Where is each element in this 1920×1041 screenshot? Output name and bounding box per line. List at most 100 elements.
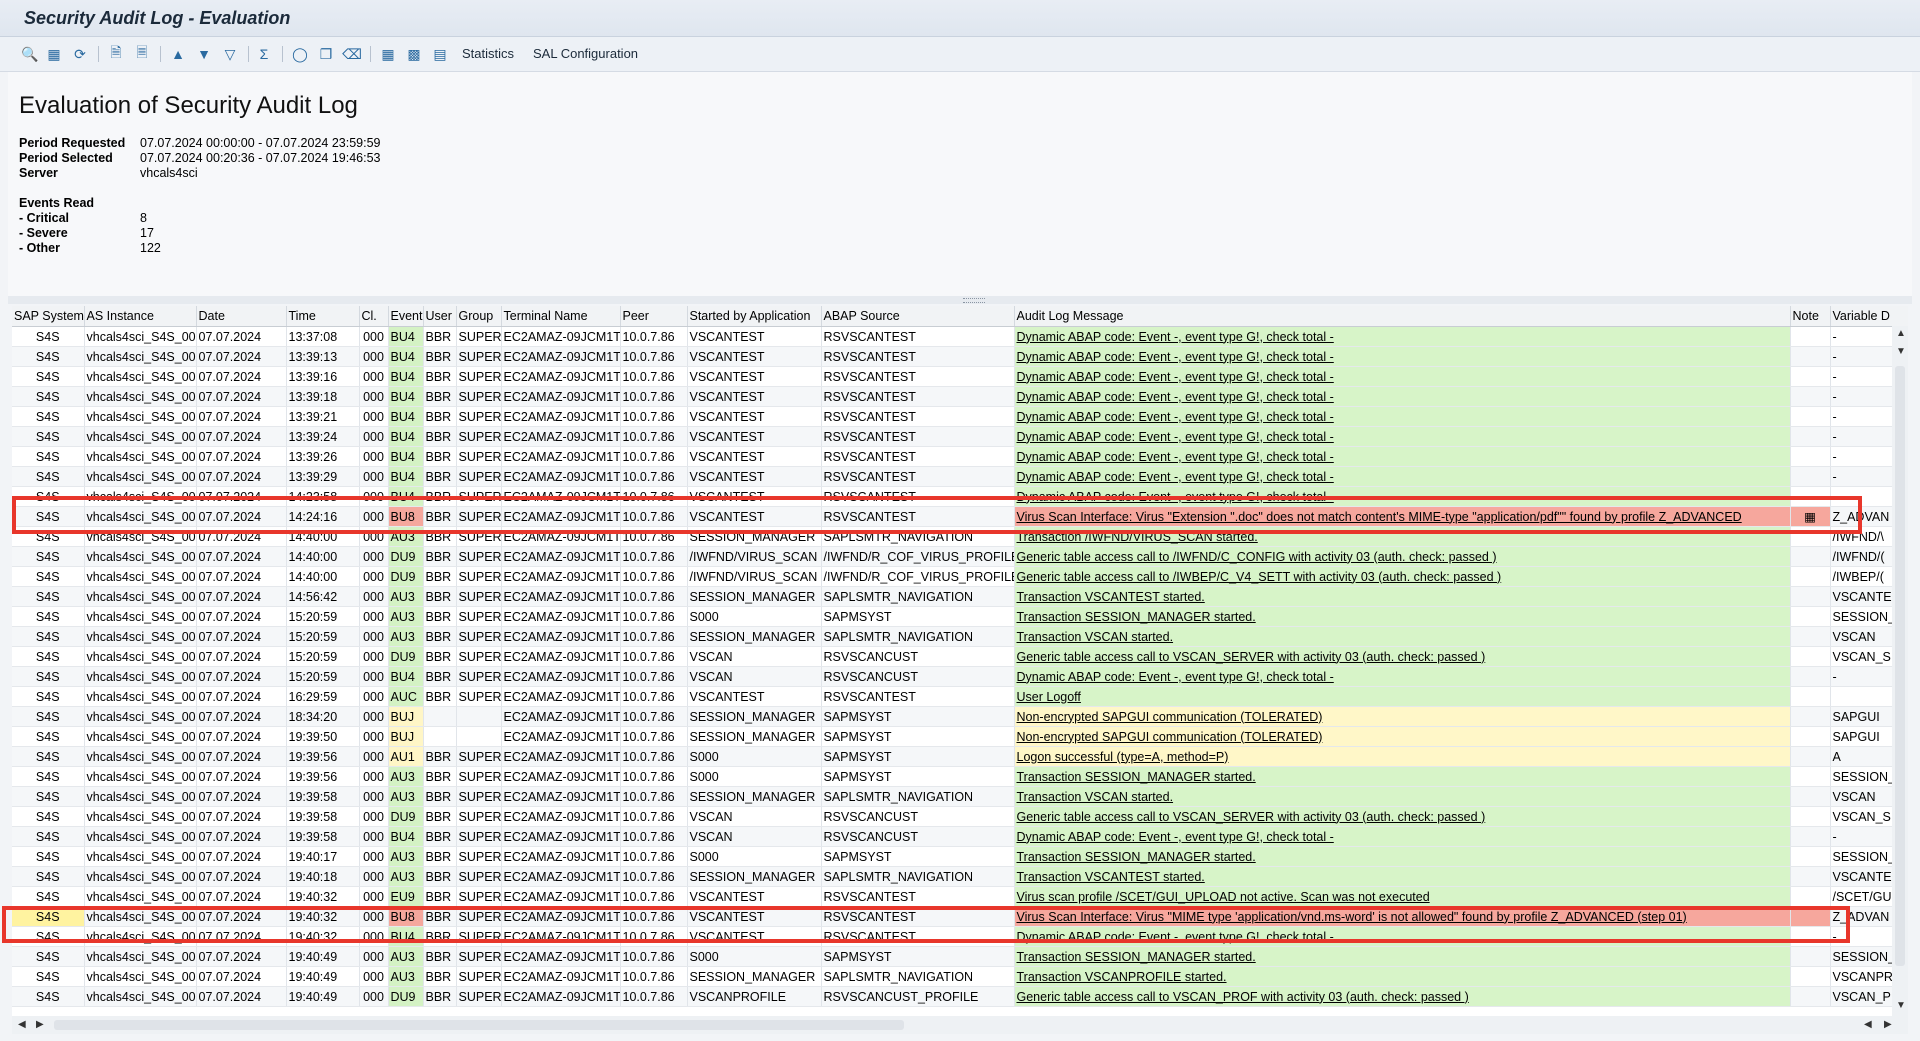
message-cell[interactable]: Dynamic ABAP code: Event -, event type G… bbox=[1014, 406, 1791, 427]
message-cell[interactable]: Virus Scan Interface: Virus "Extension "… bbox=[1014, 506, 1791, 527]
message-cell[interactable]: Transaction VSCANPROFILE started. bbox=[1014, 966, 1791, 987]
message-cell[interactable]: Dynamic ABAP code: Event -, event type G… bbox=[1014, 366, 1791, 387]
table-row[interactable]: S4S vhcals4sci_S4S_00 07.07.2024 13:37:08 00… bbox=[12, 326, 1908, 347]
message-cell[interactable]: User Logoff bbox=[1014, 686, 1791, 707]
note-cell[interactable] bbox=[1790, 366, 1831, 387]
message-cell[interactable]: Transaction SESSION_MANAGER started. bbox=[1014, 606, 1791, 627]
col-terminal-header[interactable]: Terminal Name bbox=[501, 306, 621, 327]
message-cell[interactable]: Dynamic ABAP code: Event -, event type G… bbox=[1014, 326, 1791, 347]
sal-configuration-button[interactable]: SAL Configuration bbox=[533, 46, 638, 61]
note-cell[interactable] bbox=[1790, 926, 1831, 947]
table-row[interactable]: S4S vhcals4sci_S4S_00 07.07.2024 19:40:18 00… bbox=[12, 866, 1908, 887]
table-row[interactable]: S4S vhcals4sci_S4S_00 07.07.2024 15:20:59 00… bbox=[12, 646, 1908, 667]
message-cell[interactable]: Generic table access call to VSCAN_SERVE… bbox=[1014, 806, 1791, 827]
scroll-up-icon[interactable]: ▲ bbox=[1896, 328, 1906, 339]
note-cell[interactable] bbox=[1790, 626, 1831, 647]
note-cell[interactable] bbox=[1790, 386, 1831, 407]
note-cell[interactable] bbox=[1790, 806, 1831, 827]
refresh-icon[interactable]: ⟳ bbox=[70, 44, 90, 64]
note-cell[interactable] bbox=[1790, 946, 1831, 967]
note-cell[interactable] bbox=[1790, 906, 1831, 927]
details-icon[interactable]: ◯ bbox=[290, 44, 310, 64]
table-row[interactable]: S4S vhcals4sci_S4S_00 07.07.2024 14:23:58 00… bbox=[12, 486, 1908, 507]
note-cell[interactable] bbox=[1790, 786, 1831, 807]
sum-icon[interactable]: Σ bbox=[254, 44, 274, 64]
vertical-scrollbar[interactable]: ▲ ▼ ▼ bbox=[1892, 326, 1908, 1016]
delete-filter-icon[interactable]: ⌫ bbox=[342, 44, 362, 64]
table-row[interactable]: S4S vhcals4sci_S4S_00 07.07.2024 13:39:16 00… bbox=[12, 366, 1908, 387]
table-row[interactable]: S4S vhcals4sci_S4S_00 07.07.2024 13:39:26 00… bbox=[12, 446, 1908, 467]
vertical-scroll-thumb[interactable] bbox=[1895, 366, 1905, 966]
scroll-down-icon[interactable]: ▼ bbox=[1896, 346, 1906, 357]
message-cell[interactable]: Virus Scan Interface: Virus "MIME type '… bbox=[1014, 906, 1791, 927]
note-cell[interactable] bbox=[1790, 746, 1831, 767]
table-row[interactable]: S4S vhcals4sci_S4S_00 07.07.2024 19:39:58 00… bbox=[12, 806, 1908, 827]
note-cell[interactable] bbox=[1790, 546, 1831, 567]
message-cell[interactable]: Generic table access call to /IWFND/C_CO… bbox=[1014, 546, 1791, 567]
message-cell[interactable]: Dynamic ABAP code: Event -, event type G… bbox=[1014, 466, 1791, 487]
note-cell[interactable] bbox=[1790, 666, 1831, 687]
note-cell[interactable] bbox=[1790, 886, 1831, 907]
message-cell[interactable]: Dynamic ABAP code: Event -, event type G… bbox=[1014, 386, 1791, 407]
message-cell[interactable]: Dynamic ABAP code: Event -, event type G… bbox=[1014, 926, 1791, 947]
print-preview-icon[interactable]: 🗏 bbox=[132, 44, 152, 64]
note-cell[interactable] bbox=[1790, 986, 1831, 1007]
message-cell[interactable]: Transaction SESSION_MANAGER started. bbox=[1014, 766, 1791, 787]
layout-settings-icon[interactable]: ▤ bbox=[430, 44, 450, 64]
table-row[interactable]: S4S vhcals4sci_S4S_00 07.07.2024 15:20:59 00… bbox=[12, 606, 1908, 627]
scroll-left-icon[interactable]: ◀ bbox=[18, 1019, 26, 1030]
message-cell[interactable]: Transaction SESSION_MANAGER started. bbox=[1014, 846, 1791, 867]
table-row[interactable]: S4S vhcals4sci_S4S_00 07.07.2024 13:39:24 00… bbox=[12, 426, 1908, 447]
scroll-right-end-icon[interactable]: ▶ bbox=[1884, 1019, 1892, 1030]
table-row[interactable]: S4S vhcals4sci_S4S_00 07.07.2024 19:40:17 00… bbox=[12, 846, 1908, 867]
table-row[interactable]: S4S vhcals4sci_S4S_00 07.07.2024 19:39:56 00… bbox=[12, 746, 1908, 767]
scroll-bottom-icon[interactable]: ▼ bbox=[1896, 1000, 1906, 1011]
note-cell[interactable] bbox=[1790, 526, 1831, 547]
col-time-header[interactable]: Time bbox=[286, 306, 360, 327]
layout-icon[interactable]: ▦ bbox=[44, 44, 64, 64]
note-cell[interactable] bbox=[1790, 326, 1831, 347]
note-cell[interactable] bbox=[1790, 566, 1831, 587]
filter-settings-icon[interactable]: ▽ bbox=[220, 44, 240, 64]
col-group-header[interactable]: Group bbox=[456, 306, 502, 327]
copy-icon[interactable]: ❐ bbox=[316, 44, 336, 64]
note-cell[interactable] bbox=[1790, 706, 1831, 727]
table-row[interactable]: S4S vhcals4sci_S4S_00 07.07.2024 15:20:59 00… bbox=[12, 626, 1908, 647]
table-row[interactable]: S4S vhcals4sci_S4S_00 07.07.2024 14:40:00 00… bbox=[12, 566, 1908, 587]
note-cell[interactable] bbox=[1790, 466, 1831, 487]
table-row[interactable]: S4S vhcals4sci_S4S_00 07.07.2024 13:39:18 00… bbox=[12, 386, 1908, 407]
table-row[interactable]: S4S vhcals4sci_S4S_00 07.07.2024 13:39:29 00… bbox=[12, 466, 1908, 487]
table-row[interactable]: S4S vhcals4sci_S4S_00 07.07.2024 19:40:32 00… bbox=[12, 906, 1908, 927]
export-icon[interactable]: 🗎 bbox=[106, 44, 126, 64]
splitter-grip-icon[interactable] bbox=[963, 298, 985, 303]
note-cell[interactable] bbox=[1790, 486, 1831, 507]
table-row[interactable]: S4S vhcals4sci_S4S_00 07.07.2024 19:39:58 00… bbox=[12, 826, 1908, 847]
message-cell[interactable]: Dynamic ABAP code: Event -, event type G… bbox=[1014, 486, 1791, 507]
note-cell[interactable] bbox=[1790, 606, 1831, 627]
sort-ascending-icon[interactable]: ▲ bbox=[168, 44, 188, 64]
message-cell[interactable]: Transaction VSCANTEST started. bbox=[1014, 586, 1791, 607]
note-cell[interactable] bbox=[1790, 346, 1831, 367]
col-peer-header[interactable]: Peer bbox=[620, 306, 688, 327]
message-cell[interactable]: Transaction VSCAN started. bbox=[1014, 786, 1791, 807]
table-row[interactable]: S4S vhcals4sci_S4S_00 07.07.2024 14:56:42 00… bbox=[12, 586, 1908, 607]
note-cell[interactable] bbox=[1790, 726, 1831, 747]
message-cell[interactable]: Transaction VSCANTEST started. bbox=[1014, 866, 1791, 887]
table-row[interactable]: S4S vhcals4sci_S4S_00 07.07.2024 19:40:49 00… bbox=[12, 986, 1908, 1007]
col-event-header[interactable]: Event bbox=[388, 306, 424, 327]
note-cell[interactable]: ▦ bbox=[1790, 506, 1831, 527]
table-icon[interactable]: ▦ bbox=[378, 44, 398, 64]
grid-icon[interactable]: ▩ bbox=[404, 44, 424, 64]
note-cell[interactable] bbox=[1790, 426, 1831, 447]
message-cell[interactable]: Dynamic ABAP code: Event -, event type G… bbox=[1014, 446, 1791, 467]
message-cell[interactable]: Generic table access call to VSCAN_PROF … bbox=[1014, 986, 1791, 1007]
table-row[interactable]: S4S vhcals4sci_S4S_00 07.07.2024 14:24:16 00… bbox=[12, 506, 1908, 527]
table-row[interactable]: S4S vhcals4sci_S4S_00 07.07.2024 19:40:49 00… bbox=[12, 946, 1908, 967]
table-row[interactable]: S4S vhcals4sci_S4S_00 07.07.2024 19:39:50 00… bbox=[12, 726, 1908, 747]
horizontal-scrollbar[interactable]: ◀ ▶ ◀ ▶ bbox=[12, 1016, 1908, 1034]
message-cell[interactable]: Dynamic ABAP code: Event -, event type G… bbox=[1014, 426, 1791, 447]
table-row[interactable]: S4S vhcals4sci_S4S_00 07.07.2024 13:39:13 00… bbox=[12, 346, 1908, 367]
col-message-header[interactable]: Audit Log Message bbox=[1014, 306, 1791, 327]
message-cell[interactable]: Non-encrypted SAPGUI communication (TOLE… bbox=[1014, 726, 1791, 747]
message-cell[interactable]: Logon successful (type=A, method=P) bbox=[1014, 746, 1791, 767]
